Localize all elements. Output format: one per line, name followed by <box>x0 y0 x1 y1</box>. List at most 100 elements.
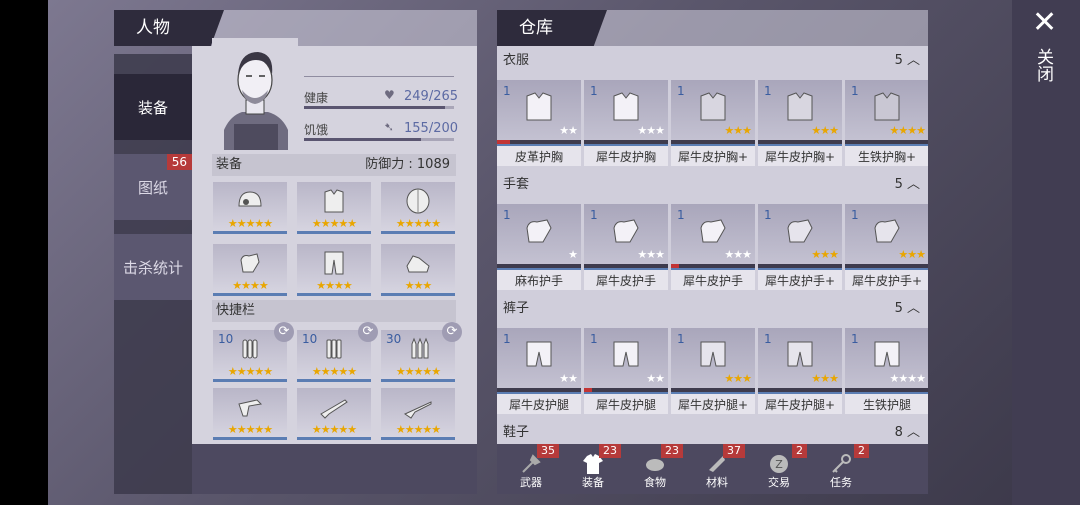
tab-equipment-label: 装备 <box>137 98 168 117</box>
item-count: 1 <box>503 208 511 222</box>
refresh-icon[interactable]: ⟳ <box>442 322 462 342</box>
category-name: 手套 <box>503 177 530 192</box>
equip-slot-helmet[interactable]: ★★★★★ <box>213 182 287 234</box>
gloves-icon <box>787 219 813 243</box>
equip-slot-armor[interactable]: ★★★★★ <box>297 182 371 234</box>
item-card[interactable]: 1 ★★ 犀牛皮护腿 <box>497 328 581 414</box>
quickbar-stars: ★★★★★ <box>227 365 273 378</box>
slot-count: 30 <box>386 332 402 346</box>
equip-slot-shoes[interactable]: ★★★ <box>381 244 455 296</box>
warehouse-tab-bar: 35 武器 23 装备 23 食物 37 材料 Z 2 交易 2 任务 <box>497 444 928 494</box>
item-stars: ★ <box>568 248 578 261</box>
category-name: 衣服 <box>503 53 530 68</box>
tab-kill-stats[interactable]: 击杀统计 <box>114 234 192 300</box>
chevron-up-icon: ︿ <box>906 53 920 68</box>
item-count: 1 <box>677 84 685 98</box>
item-name: 犀牛皮护胸+ <box>758 144 842 166</box>
tab-label: 食物 <box>644 476 666 489</box>
equip-stars: ★★★★ <box>316 279 352 292</box>
character-title: 人物 <box>114 10 224 46</box>
hunger-bar-fill <box>304 138 421 141</box>
refresh-icon[interactable]: ⟳ <box>358 322 378 342</box>
coin-icon: Z <box>770 455 788 473</box>
tab-badge: 37 <box>723 444 745 458</box>
category-name: 裤子 <box>503 301 530 316</box>
item-stars: ★★★ <box>724 248 752 261</box>
rifle-icon <box>403 401 432 419</box>
equipment-section-header: 装备 防御力 : 1089 <box>212 154 456 176</box>
category-count: 5 ︿ <box>894 301 920 316</box>
category-header-clothes[interactable]: 衣服 5 ︿ <box>497 48 928 74</box>
item-card[interactable]: 1 ★★★★ 生铁护胸+ <box>845 80 928 166</box>
refresh-icon[interactable]: ⟳ <box>274 322 294 342</box>
close-icon[interactable]: ✕ <box>1032 8 1057 38</box>
character-side-tabs: 装备 图纸 56 击杀统计 <box>114 54 192 494</box>
chevron-up-icon: ︿ <box>906 425 920 440</box>
category-header-gloves[interactable]: 手套 5 ︿ <box>497 172 928 198</box>
quickbar-slot-5[interactable]: ★★★★★ <box>297 388 371 440</box>
tab-label: 装备 <box>582 476 604 489</box>
pants-icon <box>787 341 813 367</box>
shoes-icon <box>406 255 430 273</box>
item-name: 犀牛皮护手 <box>584 268 668 290</box>
category-count: 5 ︿ <box>894 177 920 192</box>
chevron-up-icon: ︿ <box>906 177 920 192</box>
ammo-icon <box>326 339 342 359</box>
tab-equipment[interactable]: 装备 <box>114 74 192 140</box>
category-header-pants[interactable]: 裤子 5 ︿ <box>497 296 928 322</box>
item-count: 1 <box>764 84 772 98</box>
item-card[interactable]: 1 ★★★ 犀牛皮护手+ <box>758 204 842 290</box>
tab-blueprints-label: 图纸 <box>137 178 168 197</box>
equip-slot-shield[interactable]: ★★★★★ <box>381 182 455 234</box>
item-card[interactable]: 1 ★★★ 犀牛皮护手+ <box>845 204 928 290</box>
tab-quests[interactable]: 2 任务 <box>811 444 871 494</box>
category-count: 8 ︿ <box>894 425 920 440</box>
item-card[interactable]: 1 ★★★★ 生铁护腿 <box>845 328 928 414</box>
tab-badge: 23 <box>661 444 683 458</box>
item-card[interactable]: 1 ★★★ 犀牛皮护胸 <box>584 80 668 166</box>
tab-badge: 23 <box>599 444 621 458</box>
gloves-icon <box>240 253 260 273</box>
defense-label: 防御力 : 1089 <box>365 157 450 172</box>
item-card[interactable]: 1 ★★★ 犀牛皮护胸+ <box>758 80 842 166</box>
equip-stars: ★★★ <box>404 279 433 292</box>
item-card[interactable]: 1 ★★★ 犀牛皮护胸+ <box>671 80 755 166</box>
chest-armor-icon <box>874 92 900 121</box>
tab-trade[interactable]: Z 2 交易 <box>749 444 809 494</box>
category-row-gloves: 1 ★ 麻布护手 1 ★★★ 犀牛皮护手 1 ★★★ 犀牛皮护手 1 ★★★ 犀… <box>497 204 928 292</box>
health-bar-fill <box>304 106 445 109</box>
quickbar-slot-4[interactable]: ★★★★★ <box>213 388 287 440</box>
item-card[interactable]: 1 ★★ 犀牛皮护腿 <box>584 328 668 414</box>
item-stars: ★★ <box>559 124 578 137</box>
item-card[interactable]: 1 ★★ 皮革护胸 <box>497 80 581 166</box>
tab-badge: 35 <box>537 444 559 458</box>
item-card[interactable]: 1 ★★★ 犀牛皮护腿+ <box>758 328 842 414</box>
close-label[interactable]: 关闭 <box>1033 48 1056 82</box>
health-bar <box>304 106 454 109</box>
item-card[interactable]: 1 ★★★ 犀牛皮护腿+ <box>671 328 755 414</box>
pants-icon <box>324 251 344 275</box>
item-card[interactable]: 1 ★★★ 犀牛皮护手 <box>584 204 668 290</box>
item-name: 皮革护胸 <box>497 144 581 166</box>
tab-kill-stats-label: 击杀统计 <box>122 258 183 277</box>
chest-armor-icon <box>700 92 726 121</box>
tab-materials[interactable]: 37 材料 <box>687 444 747 494</box>
equip-slot-gloves[interactable]: ★★★★ <box>213 244 287 296</box>
tab-equipment-storage[interactable]: 23 装备 <box>563 444 623 494</box>
quickbar-stars: ★★★★★ <box>311 423 357 436</box>
chevron-up-icon: ︿ <box>906 301 920 316</box>
tab-blueprints[interactable]: 图纸 56 <box>114 154 192 220</box>
hunger-bar <box>304 138 454 141</box>
item-card[interactable]: 1 ★ 麻布护手 <box>497 204 581 290</box>
pants-icon <box>874 341 900 367</box>
item-stars: ★★★ <box>811 372 839 385</box>
item-card[interactable]: 1 ★★★ 犀牛皮护手 <box>671 204 755 290</box>
equip-slot-pants[interactable]: ★★★★ <box>297 244 371 296</box>
category-header-shoes[interactable]: 鞋子 8 ︿ <box>497 420 928 444</box>
gloves-icon <box>526 219 552 243</box>
tab-food[interactable]: 23 食物 <box>625 444 685 494</box>
item-stars: ★★★★ <box>889 372 926 385</box>
tab-weapons[interactable]: 35 武器 <box>501 444 561 494</box>
quickbar-stars: ★★★★★ <box>311 365 357 378</box>
quickbar-slot-6[interactable]: ★★★★★ <box>381 388 455 440</box>
